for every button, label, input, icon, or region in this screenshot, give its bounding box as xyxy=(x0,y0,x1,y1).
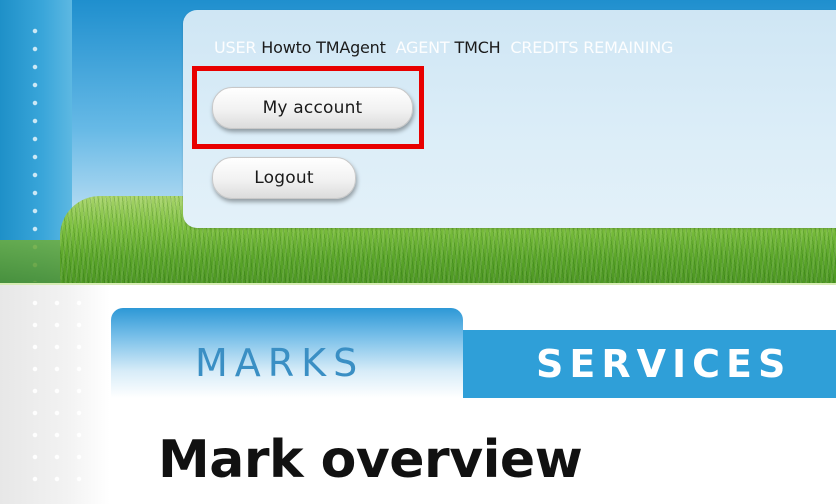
rail-dots-lower xyxy=(54,292,60,492)
credits-label: CREDITS REMAINING xyxy=(510,38,674,57)
logout-button[interactable]: Logout xyxy=(212,157,356,199)
page: USER Howto TMAgent AGENT TMCH CREDITS REMA… xyxy=(0,0,836,504)
user-info-bar: USER Howto TMAgent AGENT TMCH CREDITS REMA… xyxy=(214,38,678,57)
rail-dots-lower xyxy=(32,292,38,492)
agent-label: AGENT xyxy=(395,38,450,57)
user-name: Howto TMAgent xyxy=(261,38,386,57)
page-title: Mark overview xyxy=(158,430,583,490)
agent-name: TMCH xyxy=(454,38,501,57)
my-account-button[interactable]: My account xyxy=(212,87,413,129)
user-label: USER xyxy=(214,38,257,57)
rail-dots-lower xyxy=(76,292,82,492)
tab-marks[interactable]: MARKS xyxy=(111,308,463,398)
tab-services[interactable]: SERVICES xyxy=(463,330,836,398)
